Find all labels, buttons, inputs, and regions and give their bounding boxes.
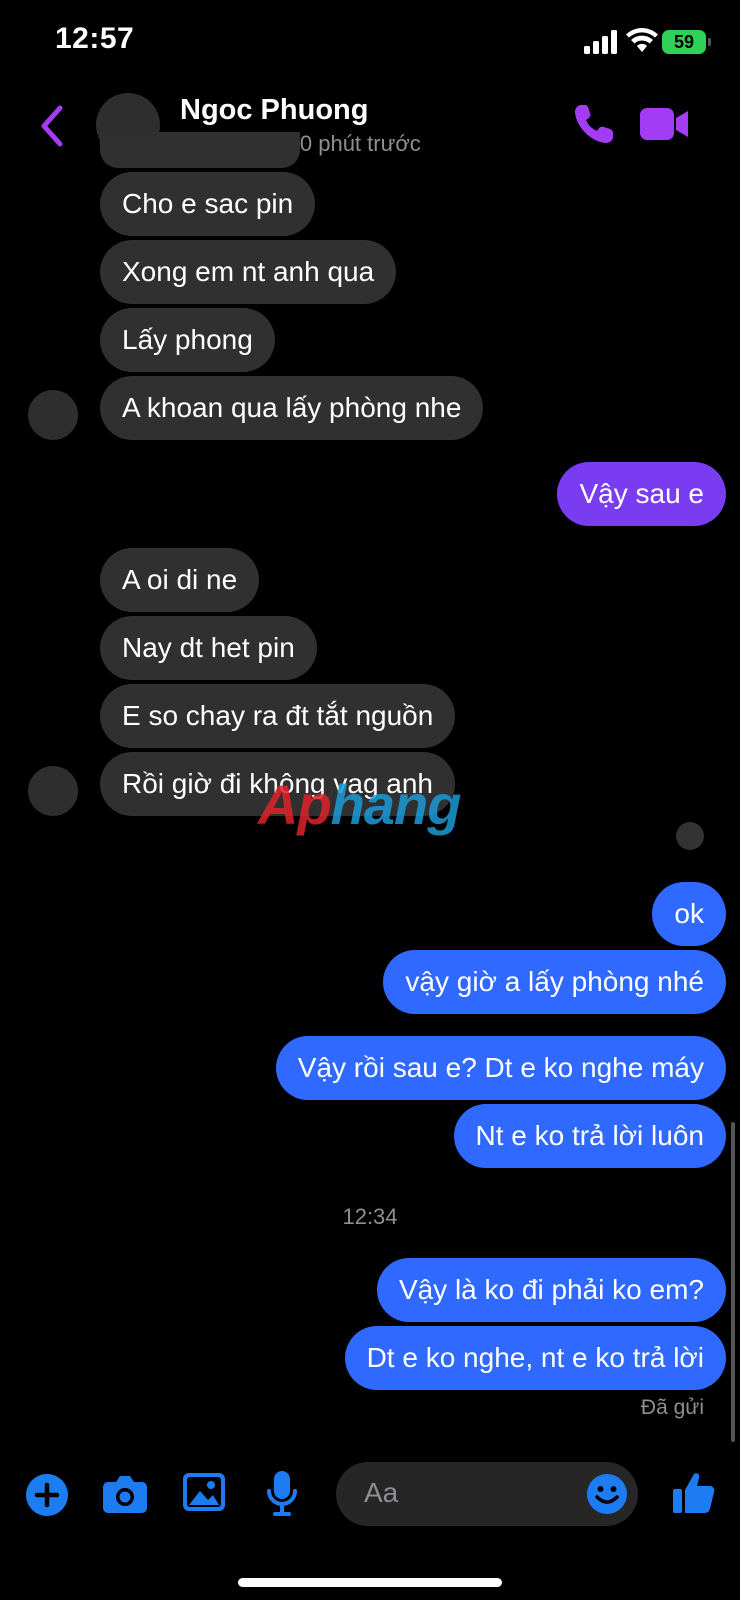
cellular-signal-icon <box>584 30 617 54</box>
status-time: 12:57 <box>55 22 135 55</box>
photo-gallery-icon[interactable] <box>182 1472 226 1512</box>
battery-indicator: 59 <box>662 30 711 54</box>
wifi-icon <box>626 28 658 52</box>
message-text: Vậy rồi sau e? Dt e ko nghe máy <box>297 1052 704 1083</box>
phone-call-icon[interactable] <box>572 102 618 146</box>
message-text: Nay dt het pin <box>122 632 295 663</box>
message-outgoing[interactable]: Vậy là ko đi phải ko em? <box>376 1258 726 1322</box>
message-text: Dt e ko nghe, nt e ko trả lời <box>366 1342 704 1373</box>
home-indicator[interactable] <box>238 1578 502 1587</box>
message-text: A khoan qua lấy phòng nhe <box>122 392 462 423</box>
sender-avatar[interactable] <box>28 390 78 440</box>
message-text: E so chay ra đt tắt nguồn <box>122 700 434 731</box>
plus-icon[interactable] <box>26 1474 68 1516</box>
contact-name[interactable]: Ngoc Phuong <box>180 94 368 127</box>
back-chevron-icon[interactable] <box>38 104 68 148</box>
message-incoming[interactable]: Nay dt het pin <box>100 616 317 680</box>
message-outgoing[interactable]: Dt e ko nghe, nt e ko trả lời <box>344 1326 726 1390</box>
message-text: Vậy là ko đi phải ko em? <box>398 1274 704 1305</box>
microphone-icon[interactable] <box>266 1470 298 1516</box>
message-outgoing[interactable]: ok <box>652 882 726 946</box>
emoji-icon[interactable] <box>587 1474 627 1514</box>
scrollbar[interactable] <box>731 1122 735 1442</box>
message-text: Nt e ko trả lời luôn <box>475 1120 704 1151</box>
delivery-status: Đã gửi <box>640 1396 704 1419</box>
camera-icon[interactable] <box>102 1474 148 1514</box>
message-incoming[interactable]: Lấy phong <box>100 308 275 372</box>
watermark-logo: Aphang <box>258 772 462 837</box>
message-text: ok <box>674 898 704 929</box>
message-timestamp: 12:34 <box>342 1204 398 1229</box>
message-incoming[interactable]: Cho e sac pin <box>100 172 316 236</box>
message-outgoing[interactable]: Vậy rồi sau e? Dt e ko nghe máy <box>275 1036 726 1100</box>
message-incoming[interactable]: Xong em nt anh qua <box>100 240 397 304</box>
watermark-part: Ap <box>258 773 332 836</box>
message-bubble-cut <box>100 132 300 168</box>
message-outgoing[interactable]: Vậy sau e <box>557 462 726 526</box>
battery-level: 59 <box>673 31 695 52</box>
video-call-icon[interactable] <box>640 106 690 142</box>
sender-avatar[interactable] <box>28 766 78 816</box>
message-input-placeholder: Aa <box>364 1477 399 1508</box>
thumbs-up-icon[interactable] <box>672 1470 716 1514</box>
message-incoming[interactable]: E so chay ra đt tắt nguồn <box>100 684 456 748</box>
seen-indicator-avatar <box>676 822 704 850</box>
message-text: Lấy phong <box>122 324 253 355</box>
message-text: Xong em nt anh qua <box>122 256 375 287</box>
message-outgoing[interactable]: vậy giờ a lấy phòng nhé <box>383 950 726 1014</box>
message-incoming[interactable]: A khoan qua lấy phòng nhe <box>100 376 484 440</box>
message-text: vậy giờ a lấy phòng nhé <box>405 966 704 997</box>
watermark-part: hang <box>330 773 462 836</box>
message-text: A oi di ne <box>122 564 238 595</box>
message-text: Cho e sac pin <box>122 188 294 219</box>
message-outgoing[interactable]: Nt e ko trả lời luôn <box>453 1104 726 1168</box>
message-text: Vậy sau e <box>579 478 704 509</box>
message-incoming[interactable]: A oi di ne <box>100 548 260 612</box>
